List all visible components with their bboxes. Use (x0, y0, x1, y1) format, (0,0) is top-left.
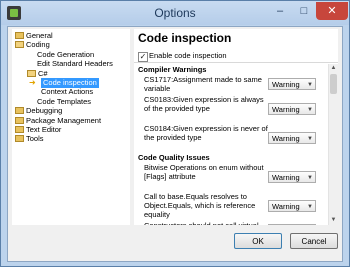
severity-dropdown[interactable]: Warning ▼ (268, 78, 316, 90)
options-window: Options – □ ✕ General Coding Code Generati… (0, 0, 350, 267)
tree-item-label: Edit Standard Headers (37, 59, 113, 69)
cancel-button[interactable]: Cancel (290, 233, 338, 249)
severity-value: Warning (272, 172, 300, 182)
dialog-body: General Coding Code Generation Edit Standar… (7, 26, 343, 262)
folder-icon (15, 126, 24, 133)
chevron-down-icon: ▼ (307, 82, 313, 88)
enable-inspection-label[interactable]: Enable code inspection (149, 51, 227, 60)
folder-icon (15, 116, 24, 124)
rule-text: CS0183:Given expression is always of the… (144, 95, 264, 113)
rule-text: Constructors should not call virtual mem… (144, 221, 268, 225)
scroll-up-icon[interactable]: ▲ (329, 64, 338, 73)
scroll-down-icon[interactable]: ▼ (329, 216, 338, 225)
inspection-rules-list: Compiler Warnings CS1717:Assignment made … (134, 64, 328, 225)
maximize-button[interactable]: □ (292, 2, 316, 20)
folder-icon (27, 69, 36, 77)
arrow-icon: ➜ (29, 78, 36, 87)
chevron-down-icon: ▼ (307, 203, 313, 210)
severity-value: Warning (272, 104, 300, 114)
options-tree: General Coding Code Generation Edit Standar… (12, 29, 130, 225)
chevron-down-icon: ▼ (307, 106, 313, 113)
rule-text: Bitwise Operations on enum without [Flag… (144, 163, 264, 181)
section-header: Compiler Warnings (138, 65, 207, 74)
divider (134, 62, 338, 63)
tree-item-label: Tools (26, 134, 44, 144)
minimize-button[interactable]: – (268, 2, 292, 20)
severity-dropdown[interactable]: Warning ▼ (268, 102, 316, 115)
title-bar[interactable]: Options – □ ✕ (1, 1, 349, 25)
ok-button[interactable]: OK (234, 233, 282, 249)
folder-icon (15, 41, 24, 49)
settings-panel: Code inspection ✓ Enable code inspection… (134, 29, 338, 225)
chevron-down-icon: ▼ (307, 135, 313, 142)
severity-value: Warning (272, 201, 300, 211)
severity-value: Warning (272, 133, 300, 143)
folder-icon (15, 135, 24, 143)
panel-title: Code inspection (138, 31, 232, 45)
enable-inspection-checkbox[interactable]: ✓ (138, 52, 148, 62)
section-header: Code Quality Issues (138, 153, 210, 162)
severity-dropdown[interactable]: Warning▼ (268, 224, 316, 225)
folder-icon (15, 32, 24, 39)
severity-dropdown[interactable]: Warning ▼ (268, 199, 316, 212)
severity-dropdown[interactable]: Warning ▼ (268, 131, 316, 144)
chevron-down-icon: ▼ (307, 174, 313, 181)
close-button[interactable]: ✕ (316, 2, 348, 20)
rule-text: Call to base.Equals resolves to Object.E… (144, 192, 256, 219)
rule-text: CS0184:Given expression is never of the … (144, 124, 268, 142)
rule-text: CS1717:Assignment made to same variable (144, 75, 262, 93)
folder-icon (15, 107, 24, 115)
scroll-thumb[interactable] (330, 74, 337, 94)
severity-value: Warning (272, 80, 300, 89)
vertical-scrollbar[interactable]: ▲ ▼ (328, 64, 338, 225)
severity-dropdown[interactable]: Warning ▼ (268, 170, 316, 183)
